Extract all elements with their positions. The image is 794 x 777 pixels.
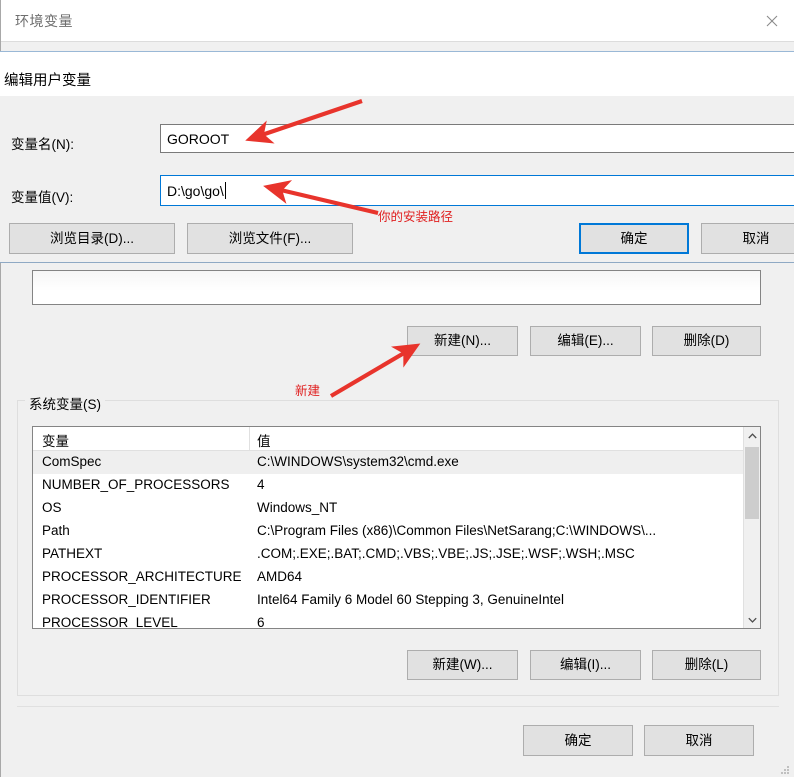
cell-variable-name: PROCESSOR_IDENTIFIER [42, 592, 211, 607]
edit-user-variable-dialog: 编辑用户变量 变量名(N): GOROOT 变量值(V): D:\go\go\ … [0, 51, 794, 263]
cell-variable-name: PROCESSOR_LEVEL [42, 615, 178, 629]
dialog-cancel-button[interactable]: 取消 [644, 725, 754, 756]
cell-variable-value: C:\Program Files (x86)\Common Files\NetS… [257, 523, 657, 538]
user-variables-button-row: 新建(N)... 编辑(E)... 删除(D) [1, 326, 794, 356]
annotation-new: 新建 [295, 384, 321, 398]
variable-value-input[interactable]: D:\go\go\ [160, 175, 794, 206]
system-edit-button[interactable]: 编辑(I)... [530, 650, 641, 680]
cell-variable-name: OS [42, 500, 62, 515]
column-divider[interactable] [249, 427, 250, 451]
variable-name-input[interactable]: GOROOT [160, 124, 794, 153]
annotation-install-path: 你的安装路径 [378, 210, 454, 224]
cell-variable-value: .COM;.EXE;.BAT;.CMD;.VBS;.VBE;.JS;.JSE;.… [257, 546, 635, 561]
table-row[interactable]: PATHEXT .COM;.EXE;.BAT;.CMD;.VBS;.VBE;.JS… [33, 543, 745, 566]
table-row[interactable]: PROCESSOR_IDENTIFIER Intel64 Family 6 Mod… [33, 589, 745, 612]
table-row[interactable]: ComSpec C:\WINDOWS\system32\cmd.exe [33, 451, 745, 474]
cell-variable-value: C:\WINDOWS\system32\cmd.exe [257, 454, 459, 469]
table-body: ComSpec C:\WINDOWS\system32\cmd.exe NUMBER… [33, 451, 745, 628]
table-row[interactable]: OS Windows_NT [33, 497, 745, 520]
user-edit-button[interactable]: 编辑(E)... [530, 326, 641, 356]
scrollbar-thumb[interactable] [745, 447, 759, 519]
resize-grip-icon[interactable] [778, 762, 790, 774]
scroll-up-icon[interactable] [744, 427, 760, 444]
close-icon[interactable] [749, 0, 794, 41]
system-variables-table[interactable]: 变量 值 ComSpec C:\WINDOWS\system32\cmd.exe N… [32, 426, 761, 629]
edit-dialog-heading: 编辑用户变量 [1, 68, 94, 91]
system-variables-group-label: 系统变量(S) [25, 393, 105, 413]
user-variables-list[interactable] [32, 270, 761, 305]
column-header-variable[interactable]: 变量 [42, 430, 69, 450]
table-header: 变量 值 [33, 427, 745, 451]
variable-value-label: 变量值(V): [11, 190, 74, 205]
table-row[interactable]: PROCESSOR_ARCHITECTURE AMD64 [33, 566, 745, 589]
cell-variable-value: 4 [257, 477, 265, 492]
cell-variable-name: NUMBER_OF_PROCESSORS [42, 477, 230, 492]
table-row[interactable]: Path C:\Program Files (x86)\Common Files\… [33, 520, 745, 543]
cell-variable-value: 6 [257, 615, 265, 629]
user-new-button[interactable]: 新建(N)... [407, 326, 518, 356]
edit-cancel-button[interactable]: 取消 [701, 223, 794, 254]
footer-separator [17, 706, 779, 707]
system-variables-button-row: 新建(W)... 编辑(I)... 删除(L) [1, 650, 794, 680]
edit-dialog-title-strip [0, 52, 794, 96]
cell-variable-name: Path [42, 523, 70, 538]
window-titlebar: 环境变量 [1, 0, 794, 42]
cell-variable-value: Intel64 Family 6 Model 60 Stepping 3, Ge… [257, 592, 564, 607]
user-delete-button[interactable]: 删除(D) [652, 326, 761, 356]
cell-variable-value: Windows_NT [257, 500, 338, 515]
cell-variable-value: AMD64 [257, 569, 303, 584]
window-title: 环境变量 [15, 13, 73, 29]
text-caret [224, 182, 226, 199]
table-scrollbar[interactable] [743, 427, 760, 628]
column-header-value[interactable]: 值 [257, 430, 271, 450]
table-row[interactable]: NUMBER_OF_PROCESSORS 4 [33, 474, 745, 497]
dialog-ok-button[interactable]: 确定 [523, 725, 633, 756]
browse-file-button[interactable]: 浏览文件(F)... [187, 223, 353, 254]
cell-variable-name: PATHEXT [42, 546, 103, 561]
variable-name-value: GOROOT [167, 130, 230, 147]
system-new-button[interactable]: 新建(W)... [407, 650, 518, 680]
variable-value-value: D:\go\go\ [167, 182, 224, 199]
screenshot-root: 环境变量 新建(N)... 编辑(E)... 删除(D) 系统变量(S) 变量 … [0, 0, 794, 777]
variable-name-label: 变量名(N): [11, 137, 74, 152]
cell-variable-name: PROCESSOR_ARCHITECTURE [42, 569, 242, 584]
system-delete-button[interactable]: 删除(L) [652, 650, 761, 680]
cell-variable-name: ComSpec [42, 454, 102, 469]
table-row[interactable]: PROCESSOR_LEVEL 6 [33, 612, 745, 629]
browse-directory-button[interactable]: 浏览目录(D)... [9, 223, 175, 254]
edit-ok-button[interactable]: 确定 [579, 223, 689, 254]
scroll-down-icon[interactable] [744, 611, 760, 628]
